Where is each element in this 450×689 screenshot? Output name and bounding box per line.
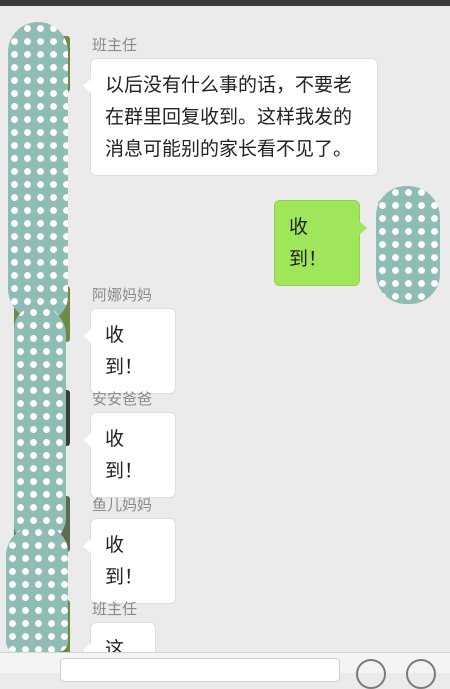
message-bubble[interactable]: 收到！ — [83, 412, 176, 498]
sender-name: 鱼儿妈妈 — [92, 496, 153, 514]
message-bubble[interactable]: 收到！ — [83, 518, 176, 604]
message-bubble[interactable]: 收到！ — [83, 308, 176, 394]
message-bubble[interactable]: 这... — [83, 622, 156, 652]
chat-area[interactable]: 班主任 以后没有什么事的话，不要老在群里回复收到。这样我发的消息可能别的家长看不… — [0, 6, 450, 652]
sender-name: 阿娜妈妈 — [92, 286, 153, 304]
plus-icon[interactable] — [406, 659, 436, 689]
my-message-bubble[interactable]: 收到！ — [274, 200, 367, 286]
sender-name: 班主任 — [92, 600, 138, 618]
redaction-scribble — [8, 22, 68, 322]
input-bar — [0, 652, 450, 689]
sender-name: 安安爸爸 — [92, 390, 153, 408]
message-input[interactable] — [60, 658, 340, 682]
redaction-scribble — [376, 186, 440, 304]
emoji-icon[interactable] — [356, 659, 386, 689]
message-bubble[interactable]: 以后没有什么事的话，不要老在群里回复收到。这样我发的消息可能别的家长看不见了。 — [83, 58, 378, 176]
redaction-scribble — [6, 526, 68, 652]
sender-name: 班主任 — [92, 36, 138, 54]
redaction-scribble — [14, 306, 66, 546]
